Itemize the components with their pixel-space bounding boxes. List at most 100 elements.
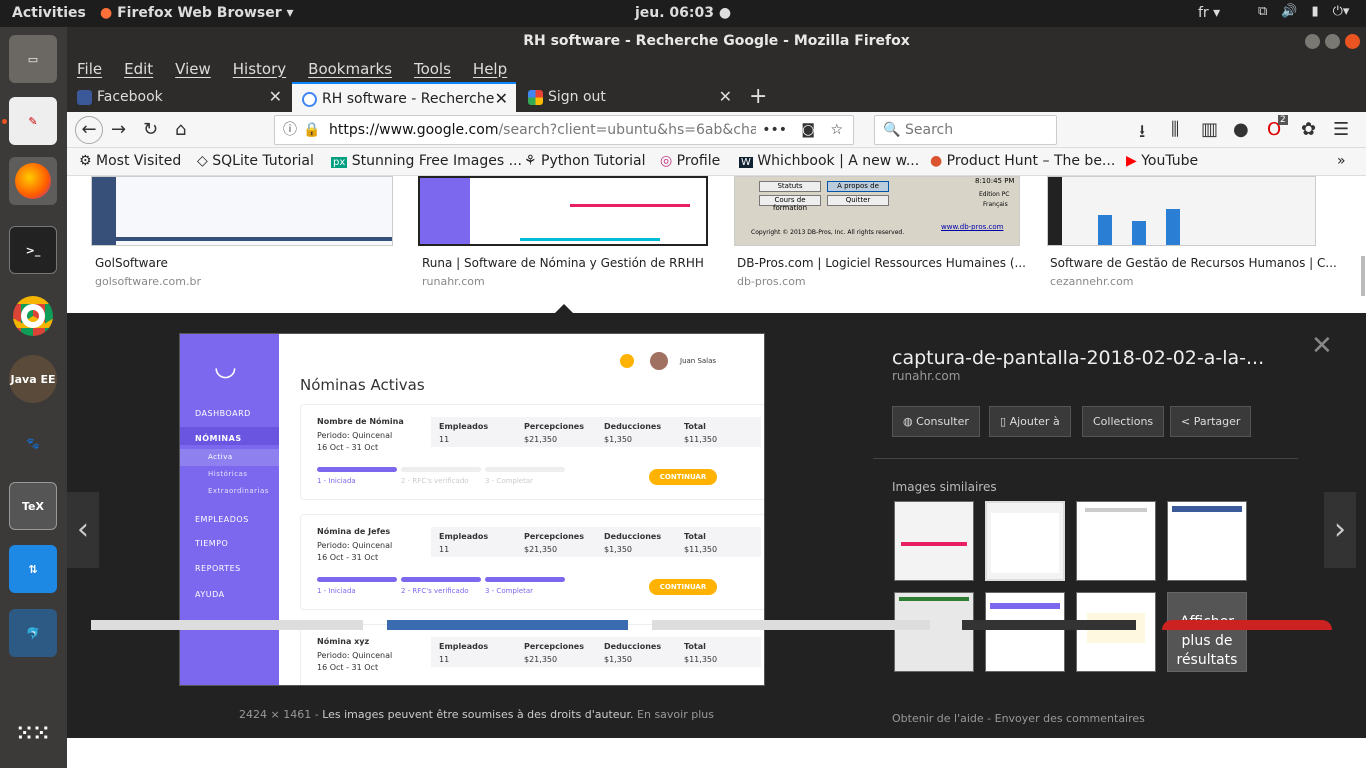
document-viewer-icon[interactable]: ✎ (9, 97, 57, 145)
firefox-icon[interactable] (9, 157, 57, 205)
bookmark-youtube[interactable]: ▶ YouTube (1126, 153, 1198, 169)
bookmark-python[interactable]: ⚘ Python Tutorial (524, 153, 645, 169)
system-tray[interactable]: ⧉ 🔊 ▮ ⏻▾ (1258, 4, 1349, 19)
menu-help[interactable]: Help (473, 60, 507, 78)
chrome-icon[interactable] (9, 292, 57, 340)
info-icon[interactable]: ⓘ (283, 116, 297, 144)
result-thumbnail-selected[interactable] (418, 176, 708, 246)
lock-icon[interactable]: 🔒 (303, 116, 320, 144)
bookmark-most-visited[interactable]: ⚙ Most Visited (79, 153, 181, 169)
similar-image[interactable] (894, 592, 974, 672)
gear-icon: ⚙ (79, 153, 92, 169)
previous-image-button[interactable]: ‹ (67, 492, 99, 568)
app-sidebar: ◡ DASHBOARD NÓMINAS Activa Históricas Ex… (180, 334, 279, 685)
system-top-bar: Activities ● Firefox Web Browser ▾ jeu. … (0, 0, 1366, 27)
url-bar[interactable]: ⓘ 🔒 https://www.google.com/search?client… (274, 115, 854, 145)
downloads-icon[interactable]: ⭳ (1139, 119, 1145, 149)
bookmark-star-icon[interactable]: ☆ (830, 116, 843, 144)
learn-more-link[interactable]: En savoir plus (637, 708, 714, 721)
menu-view[interactable]: View (175, 60, 211, 78)
bookmark-whichbook[interactable]: W Whichbook | A new w... (739, 153, 919, 169)
bookmark-pexels[interactable]: px Stunning Free Images ... (331, 153, 522, 169)
preview-image[interactable]: ◡ DASHBOARD NÓMINAS Activa Históricas Ex… (179, 333, 765, 686)
result-thumbnail[interactable] (91, 176, 393, 246)
hamburger-menu-icon[interactable]: ☰ (1333, 119, 1349, 140)
language-selector[interactable]: fr ▾ (1198, 5, 1220, 21)
new-tab-button[interactable]: + (749, 84, 767, 109)
forward-button[interactable]: → (111, 119, 126, 140)
minimize-button[interactable] (1305, 34, 1320, 49)
result-thumbnail[interactable] (1047, 176, 1316, 246)
similar-image[interactable] (1076, 592, 1156, 672)
menu-edit[interactable]: Edit (124, 60, 153, 78)
similar-image[interactable] (894, 501, 974, 581)
consulter-button[interactable]: ◍ Consulter (892, 406, 980, 437)
mysql-workbench-icon[interactable]: 🐬 (9, 609, 57, 657)
preview-domain[interactable]: runahr.com (892, 369, 960, 383)
bookmarks-overflow-icon[interactable]: » (1337, 153, 1346, 169)
search-icon: 🔍 (883, 122, 901, 138)
result-caption[interactable]: Runa | Software de Nómina y Gestión de R… (422, 256, 704, 270)
result-caption[interactable]: DB-Pros.com | Logiciel Ressources Humain… (737, 256, 1026, 270)
puzzle-icon[interactable]: ✿ (1301, 119, 1316, 140)
clock[interactable]: jeu. 06:03 ● (0, 5, 1366, 21)
tab-rh-software[interactable]: RH software - Recherche ✕ (292, 82, 516, 112)
tab-sign-out[interactable]: Sign out ✕ (518, 82, 740, 112)
back-button[interactable]: ← (75, 116, 103, 144)
menu-file[interactable]: File (77, 60, 102, 78)
feedback-link[interactable]: Envoyer des commentaires (995, 712, 1145, 725)
close-tab-icon[interactable]: ✕ (719, 82, 732, 112)
bookmark-sqlite[interactable]: ◇ SQLite Tutorial (197, 153, 314, 169)
collections-button[interactable]: Collections (1082, 406, 1165, 437)
bookmark-product-hunt[interactable]: ● Product Hunt – The be... (930, 153, 1115, 169)
reload-button[interactable]: ↻ (143, 119, 158, 140)
pexels-icon: px (331, 157, 348, 168)
preview-title[interactable]: captura-de-pantalla-2018-02-02-a-la-... (892, 347, 1264, 369)
result-thumbnail[interactable]: Statuts A propos de Cours de formation Q… (734, 176, 1020, 246)
help-link[interactable]: Obtenir de l'aide (892, 712, 984, 725)
library-icon[interactable]: ⫼ (1171, 119, 1179, 140)
result-caption[interactable]: GolSoftware (95, 256, 168, 270)
page-actions-icon[interactable]: ••• (756, 116, 787, 144)
ajouter-button[interactable]: ▯ Ajouter à (989, 406, 1071, 437)
search-box[interactable]: 🔍 Search (874, 115, 1057, 145)
texmaker-icon[interactable]: TeX (9, 482, 57, 530)
close-preview-icon[interactable]: ✕ (1311, 331, 1333, 361)
gimp-icon[interactable]: 🐾 (9, 419, 57, 467)
running-indicator (2, 119, 7, 124)
globe-icon: ◍ (903, 415, 913, 428)
tab-facebook[interactable]: Facebook ✕ (67, 82, 290, 112)
partager-button[interactable]: < Partager (1170, 406, 1252, 437)
similar-image-selected[interactable] (985, 501, 1065, 581)
extension-icon[interactable]: ● (1233, 119, 1249, 140)
close-window-button[interactable] (1345, 34, 1360, 49)
close-tab-icon[interactable]: ✕ (495, 84, 508, 114)
files-icon[interactable]: ▭ (9, 35, 57, 83)
menu-history[interactable]: History (233, 60, 286, 78)
java-ee-ide-icon[interactable]: Java EE (9, 355, 57, 403)
software-updater-icon[interactable]: ⇅ (9, 545, 57, 593)
pocket-icon[interactable]: ◙ (801, 116, 815, 144)
product-hunt-icon: ● (930, 153, 943, 169)
payroll-card: Nómina de Jefes Periodo: Quincenal 16 Oc… (300, 514, 764, 610)
sidebar-icon[interactable]: ▥ (1201, 119, 1218, 140)
image-preview-panel: ‹ › ◡ DASHBOARD NÓMINAS Activa Histórica… (67, 304, 1366, 738)
terminal-icon[interactable]: >_ (9, 226, 57, 274)
payroll-card: Nombre de Nómina Periodo: Quincenal 16 O… (300, 404, 764, 500)
similar-image[interactable] (1076, 501, 1156, 581)
close-tab-icon[interactable]: ✕ (269, 82, 282, 112)
share-icon: < (1181, 415, 1191, 428)
bookmark-profile[interactable]: ◎ Profile (660, 153, 720, 169)
scrollbar[interactable] (1361, 256, 1365, 296)
menu-tools[interactable]: Tools (414, 60, 451, 78)
more-results-button[interactable]: Afficher plus de résultats (1167, 592, 1247, 672)
result-caption[interactable]: Software de Gestão de Recursos Humanos |… (1050, 256, 1337, 270)
similar-image[interactable] (1167, 501, 1247, 581)
maximize-button[interactable] (1325, 34, 1340, 49)
home-button[interactable]: ⌂ (175, 119, 186, 140)
battery-icon: ▮ (1311, 4, 1319, 19)
similar-image[interactable] (985, 592, 1065, 672)
show-applications-icon[interactable]: ⁙⁙ (9, 709, 57, 757)
sqlite-icon: ◇ (197, 153, 208, 169)
menu-bookmarks[interactable]: Bookmarks (308, 60, 392, 78)
